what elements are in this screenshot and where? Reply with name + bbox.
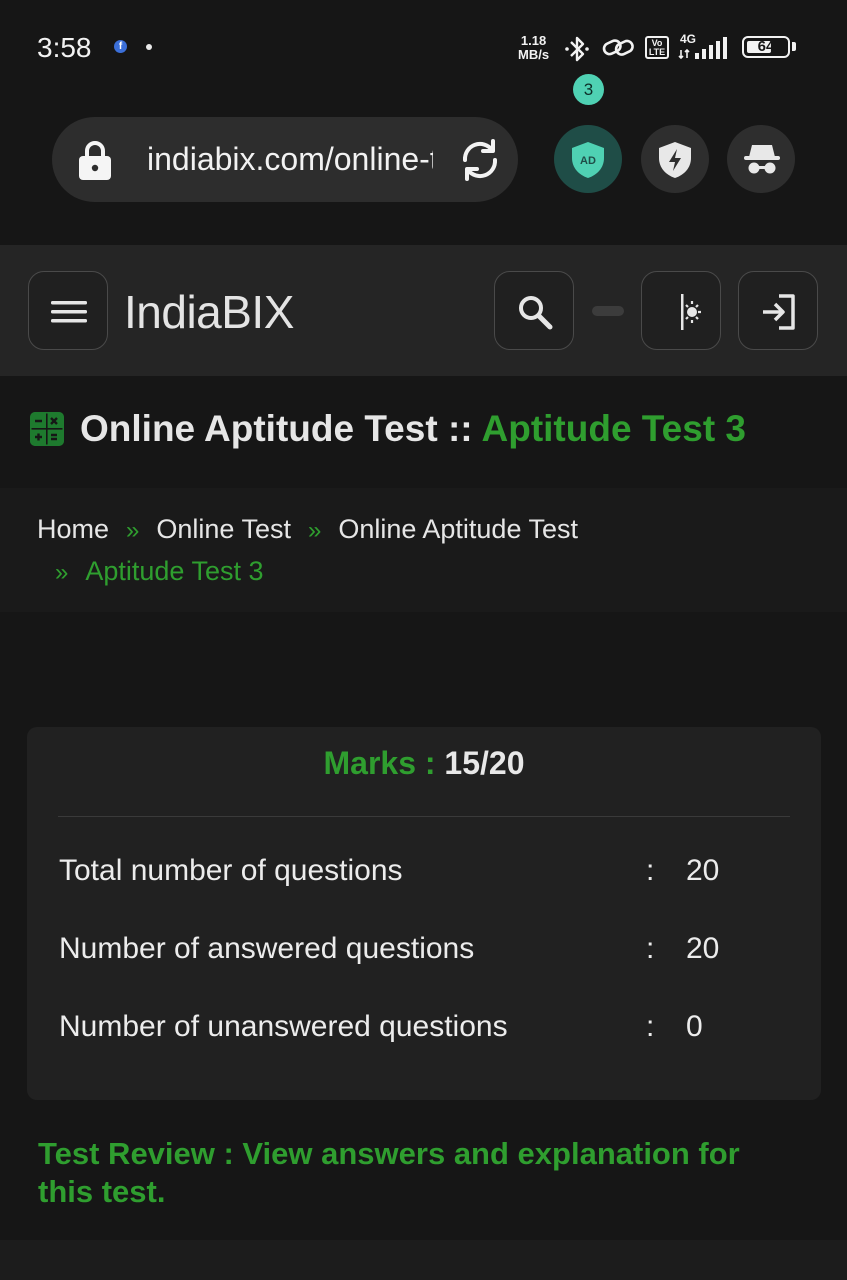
page-title: Online Aptitude Test :: Aptitude Test 3 bbox=[80, 408, 746, 450]
network-speed-value: 1.18 bbox=[520, 33, 547, 48]
volte-line2: LTE bbox=[648, 47, 666, 57]
status-time: 3:58 bbox=[37, 32, 92, 63]
breadcrumb-online-aptitude-test[interactable]: Online Aptitude Test bbox=[338, 514, 578, 544]
url-text[interactable]: indiabix.com/online-test/aptitude-test/3 bbox=[147, 141, 433, 178]
volte-icon: Vo LTE bbox=[645, 36, 669, 59]
stat-row-total-questions: Total number of questions : 20 bbox=[59, 854, 789, 894]
reload-icon[interactable] bbox=[457, 137, 503, 183]
breadcrumb: Home » Online Test » Online Aptitude Test » A… bbox=[0, 488, 847, 612]
search-icon bbox=[519, 296, 553, 330]
adblock-count-badge: 3 bbox=[573, 74, 604, 105]
page-title-highlight: Aptitude Test 3 bbox=[481, 408, 747, 449]
breadcrumb-separator: » bbox=[126, 517, 140, 544]
stat-colon: : bbox=[646, 1010, 655, 1043]
link-icon bbox=[602, 39, 634, 56]
stat-label: Number of unanswered questions bbox=[59, 1010, 508, 1043]
menu-button[interactable] bbox=[28, 271, 108, 350]
stat-row-answered-questions: Number of answered questions : 20 bbox=[59, 932, 789, 972]
privacy-shield-button[interactable] bbox=[641, 125, 709, 193]
test-review-link[interactable]: Test Review : View answers and explanati… bbox=[38, 1135, 798, 1211]
incognito-button[interactable] bbox=[727, 125, 795, 193]
more-notifications-dot-icon bbox=[146, 44, 152, 50]
stat-colon: : bbox=[646, 932, 655, 965]
login-button[interactable] bbox=[738, 271, 818, 350]
marks-heading: Marks : 15/20 bbox=[27, 745, 821, 782]
bluetooth-icon bbox=[565, 36, 589, 62]
marks-label: Marks : bbox=[323, 745, 445, 781]
site-header: IndiaBIX bbox=[0, 245, 847, 376]
network-speed-unit: MB/s bbox=[518, 47, 550, 62]
adblock-label: AD bbox=[580, 155, 596, 167]
shield-bolt-icon bbox=[659, 142, 691, 178]
battery-tip bbox=[792, 42, 796, 51]
address-bar[interactable]: indiabix.com/online-test/aptitude-test/3 bbox=[52, 117, 518, 202]
site-logo[interactable]: IndiaBIX bbox=[124, 285, 294, 339]
breadcrumb-current: Aptitude Test 3 bbox=[85, 556, 264, 586]
hamburger-menu-icon bbox=[51, 301, 87, 323]
battery-icon: 64 bbox=[742, 36, 790, 58]
stat-colon: : bbox=[646, 854, 655, 887]
header-divider-toggle bbox=[592, 306, 624, 316]
incognito-icon bbox=[744, 145, 780, 174]
theme-toggle-button[interactable] bbox=[641, 271, 721, 350]
signal-strength-icon bbox=[678, 37, 727, 60]
stat-value: 20 bbox=[686, 932, 720, 965]
result-card: Marks : 15/20 Total number of questions … bbox=[27, 727, 821, 1100]
page-title-prefix: Online Aptitude Test :: bbox=[80, 408, 482, 449]
stat-value: 20 bbox=[686, 854, 720, 887]
breadcrumb-separator: » bbox=[55, 559, 69, 586]
bottom-section bbox=[0, 1240, 847, 1280]
adblock-button[interactable]: AD bbox=[554, 125, 622, 193]
card-divider bbox=[58, 816, 790, 817]
breadcrumb-home[interactable]: Home bbox=[37, 514, 109, 544]
battery-level: 64 bbox=[757, 38, 775, 55]
breadcrumb-separator: » bbox=[307, 517, 322, 544]
marks-value: 15/20 bbox=[444, 745, 525, 781]
breadcrumb-online-test[interactable]: Online Test bbox=[156, 514, 291, 544]
calculator-icon bbox=[30, 412, 64, 446]
facebook-notification-icon: f bbox=[114, 40, 127, 53]
stat-label: Number of answered questions bbox=[59, 932, 475, 965]
lock-icon[interactable] bbox=[78, 139, 112, 181]
status-bar: 3:58 f 1.18 MB/s Vo LTE 4G 64 3 bbox=[0, 0, 847, 105]
search-button[interactable] bbox=[494, 271, 574, 350]
adblock-shield-icon: AD bbox=[572, 142, 604, 178]
stat-row-unanswered-questions: Number of unanswered questions : 0 bbox=[59, 1010, 789, 1050]
stat-value: 0 bbox=[686, 1010, 703, 1043]
day-night-theme-icon bbox=[664, 294, 701, 330]
network-speed: 1.18 MB/s bbox=[518, 34, 549, 62]
sign-in-icon bbox=[763, 294, 795, 330]
stat-label: Total number of questions bbox=[59, 854, 403, 887]
